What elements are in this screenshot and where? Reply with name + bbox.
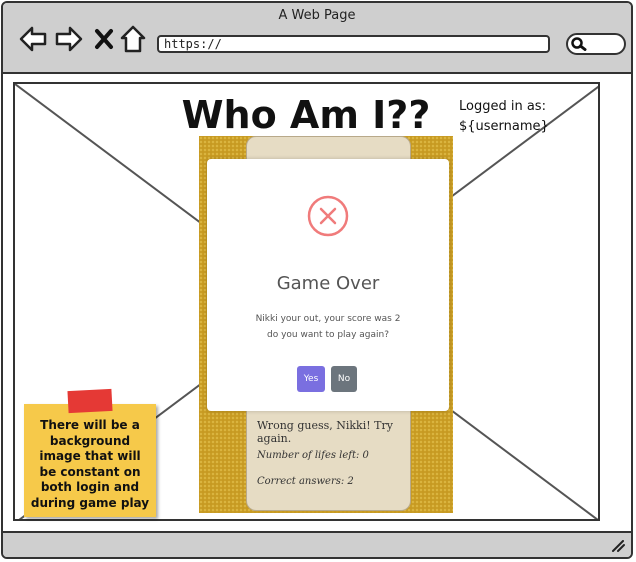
game-over-modal: Game Over Nikki your out, your score was… xyxy=(207,159,449,411)
window-title: A Web Page xyxy=(278,8,356,23)
no-button[interactable]: No xyxy=(331,366,357,392)
home-icon[interactable] xyxy=(120,25,146,53)
sticky-tape xyxy=(67,388,113,414)
logged-in-label: Logged in as: xyxy=(459,99,546,114)
logged-in-info: Logged in as: ${username} xyxy=(459,97,549,137)
modal-message: Nikki your out, your score was 2 do you … xyxy=(207,311,449,343)
resize-grip-icon[interactable] xyxy=(611,540,625,552)
modal-title: Game Over xyxy=(276,273,380,294)
close-icon[interactable] xyxy=(94,28,114,50)
page-title: Who Am I?? xyxy=(181,93,431,137)
browser-status-bar xyxy=(3,531,631,557)
modal-message-line-2: do you want to play again? xyxy=(267,330,389,340)
back-arrow-icon[interactable] xyxy=(19,25,47,53)
browser-titlebar: A Web Page https:// xyxy=(3,3,631,74)
error-x-icon xyxy=(307,195,349,237)
modal-message-line-1: Nikki your out, your score was 2 xyxy=(255,314,401,324)
sticky-note-text: There will be a background image that wi… xyxy=(30,418,150,510)
search-icon xyxy=(571,37,587,51)
search-box[interactable] xyxy=(566,33,626,55)
yes-button[interactable]: Yes xyxy=(297,366,325,392)
correct-answers: Correct answers: 2 xyxy=(257,476,354,487)
guess-feedback: Wrong guess, Nikki! Try again. xyxy=(257,419,393,445)
url-text: https:// xyxy=(164,37,222,51)
url-bar[interactable]: https:// xyxy=(157,35,550,53)
sticky-note: There will be a background image that wi… xyxy=(24,388,156,517)
username: ${username} xyxy=(459,119,549,134)
forward-arrow-icon[interactable] xyxy=(55,25,83,53)
lifes-left: Number of lifes left: 0 xyxy=(257,450,369,461)
